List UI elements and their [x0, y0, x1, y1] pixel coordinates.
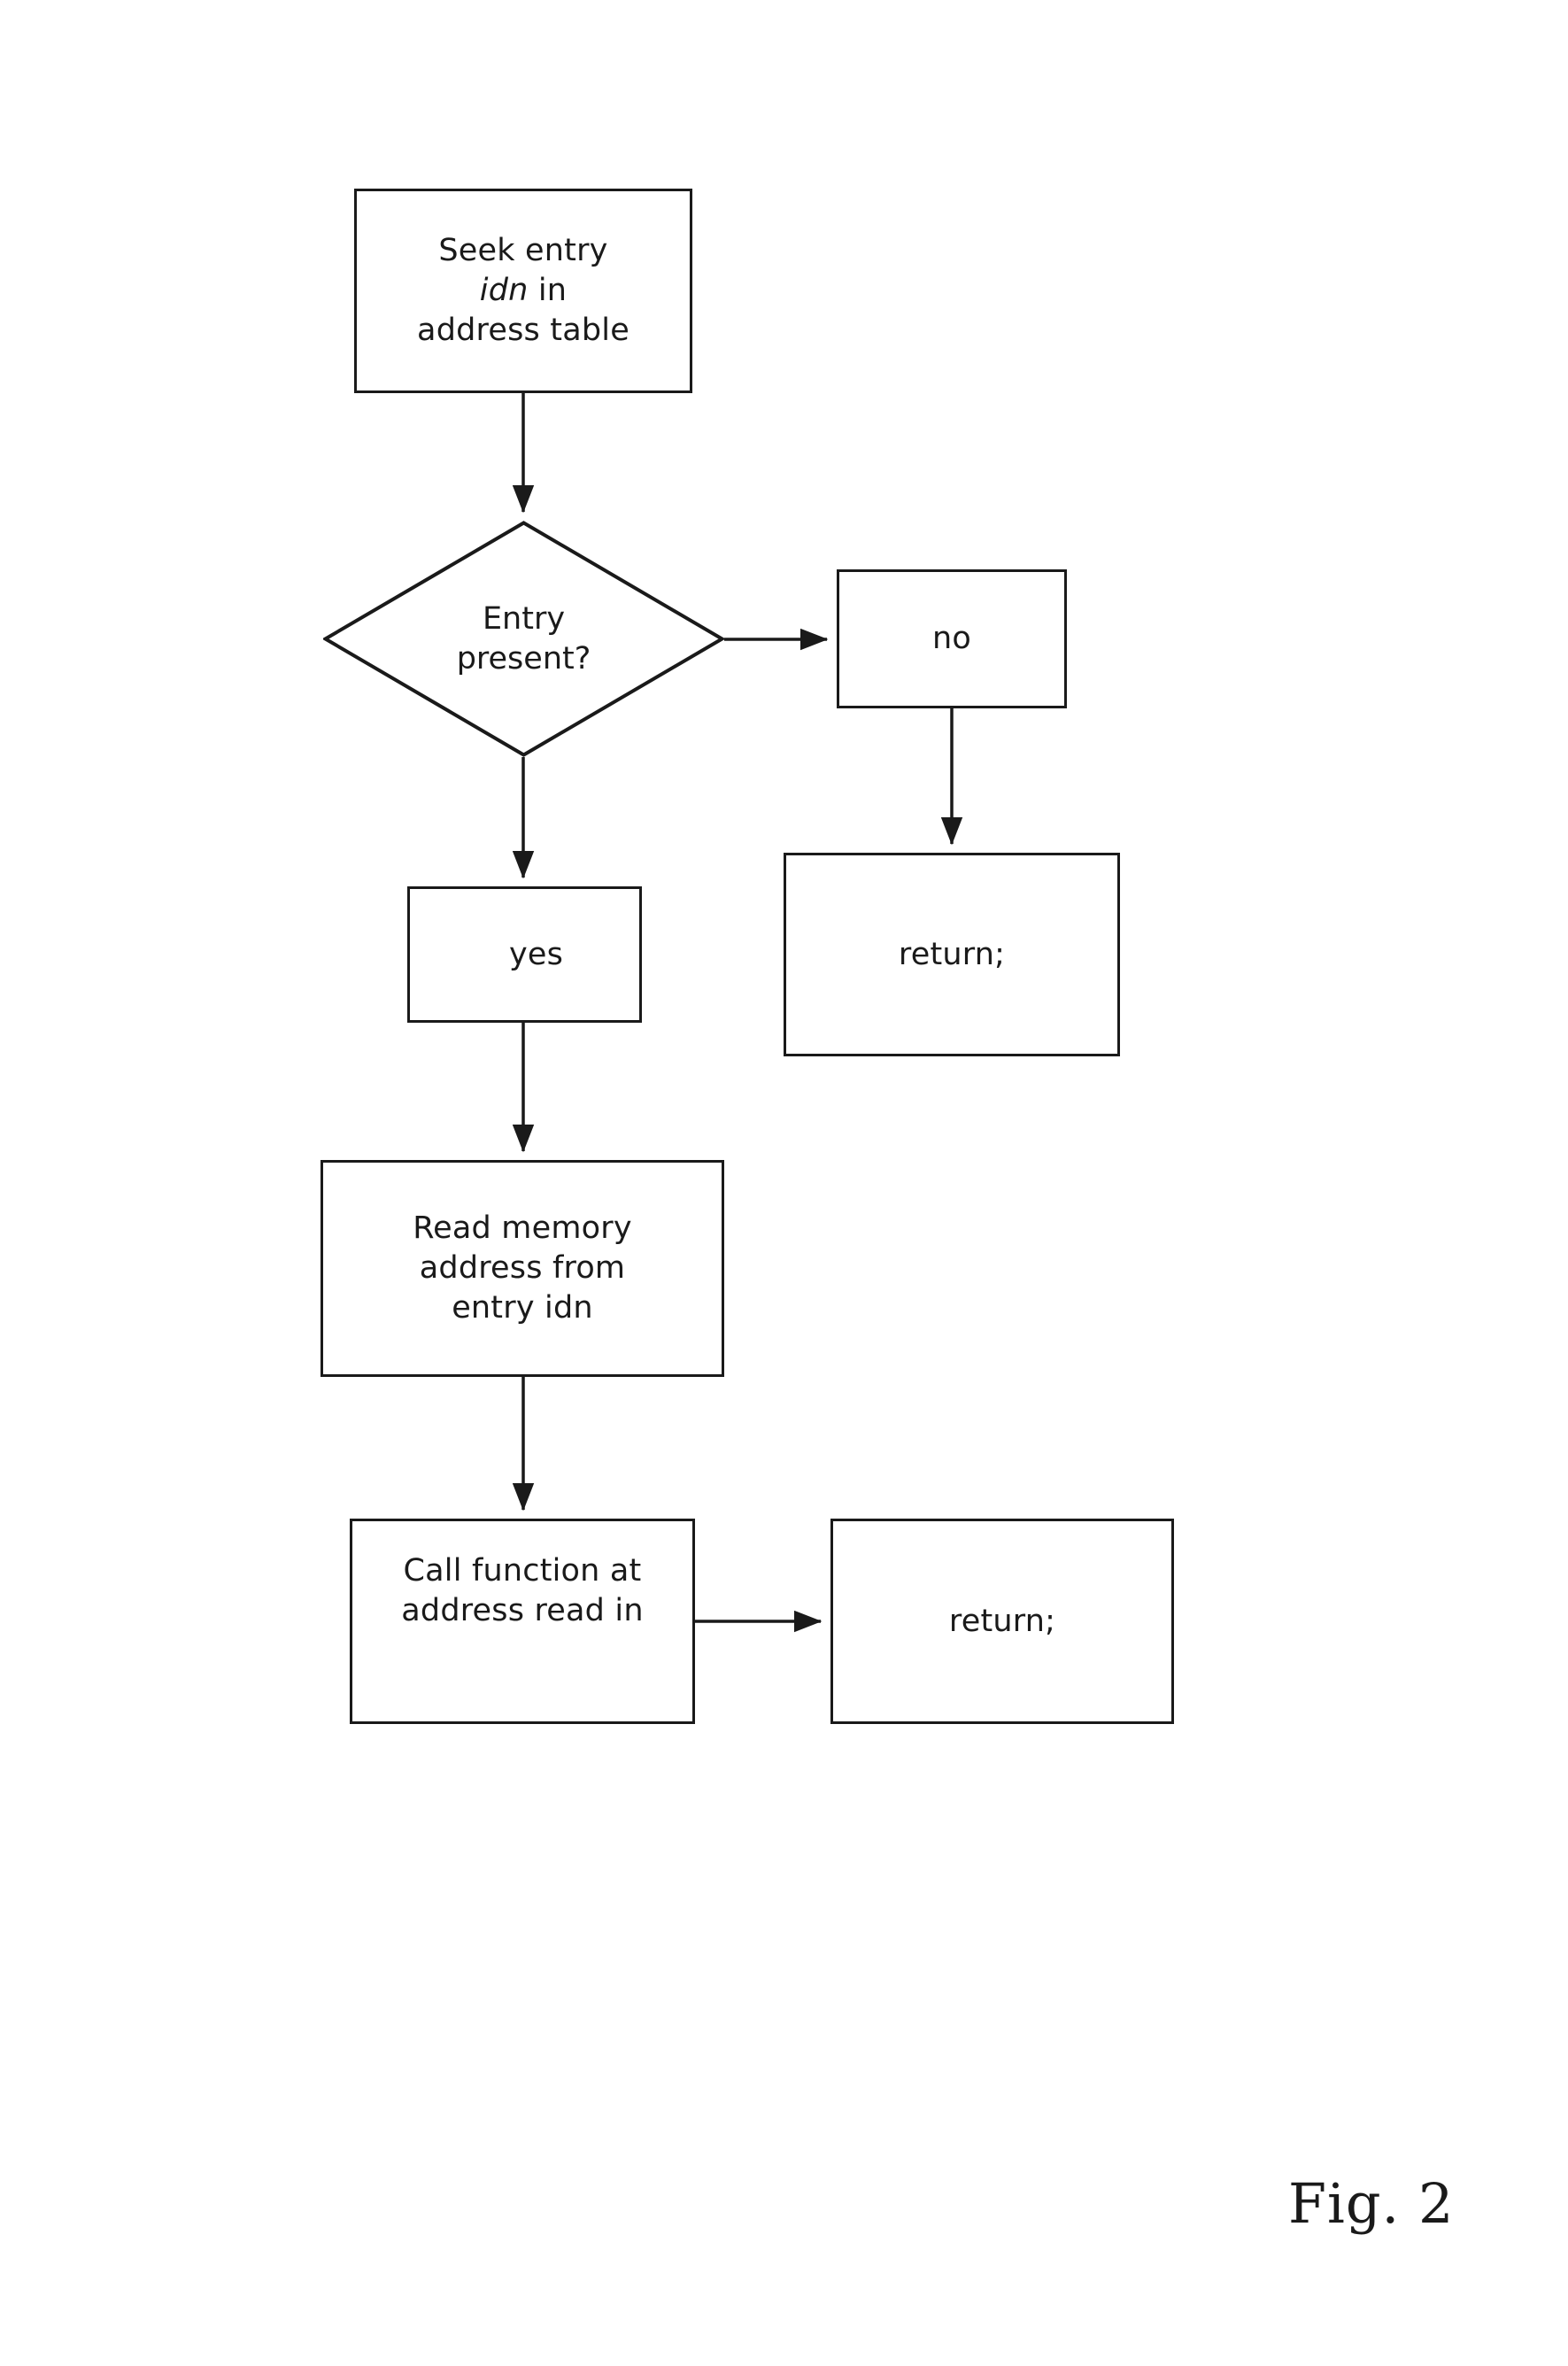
italic-identifier-idn: idn — [479, 273, 529, 309]
process-node-call-function: Call function at address read in — [350, 1519, 695, 1724]
node-label-seek-entry: Seek entry idn in address table — [417, 233, 630, 348]
node-label-call-function: Call function at address read in — [401, 1553, 644, 1628]
node-label-entry-present: Entry present? — [456, 600, 591, 677]
decision-node-entry-present: Entry present? — [323, 521, 724, 757]
process-node-yes: yes — [407, 886, 642, 1023]
node-label-no: no — [932, 621, 971, 657]
node-label-yes: yes — [508, 936, 564, 972]
process-node-return-top: return; — [784, 853, 1120, 1056]
process-node-read-memory-address: Read memory address from entry idn — [321, 1160, 724, 1377]
process-node-no: no — [837, 569, 1067, 708]
node-label-return-top: return; — [898, 936, 1006, 972]
process-node-seek-entry: Seek entry idn in address table — [354, 189, 692, 393]
flowchart-diagram: Seek entry idn in address table Entry pres… — [0, 0, 1568, 2366]
node-label-read-memory-address: Read memory address from entry idn — [413, 1210, 632, 1326]
node-label-return-bottom: return; — [948, 1603, 1056, 1639]
figure-caption: Fig. 2 — [1288, 2171, 1455, 2236]
flowchart-connectors — [512, 393, 963, 1633]
process-node-return-bottom: return; — [830, 1519, 1174, 1724]
